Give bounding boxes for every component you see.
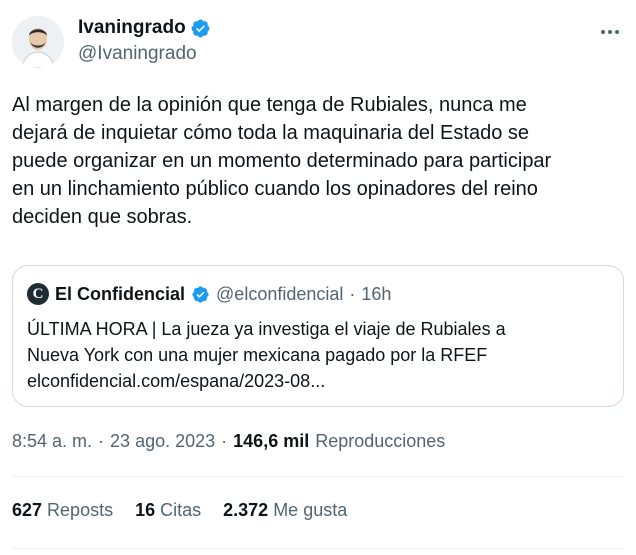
- views-count[interactable]: 146,6 mil: [233, 431, 309, 452]
- quoted-tweet-header: C El Confidencial @elconfidencial · 16h: [27, 283, 391, 305]
- verified-badge-icon: [191, 19, 210, 37]
- tweet-time[interactable]: 8:54 a. m.: [12, 431, 92, 452]
- tweet-date[interactable]: 23 ago. 2023: [110, 431, 215, 452]
- tweet-header: Ivaningrado @Ivaningrado: [12, 12, 624, 68]
- quoted-account-logo-icon: C: [27, 283, 49, 305]
- engagement-stats: 627 Reposts 16 Citas 2.372 Me gusta: [12, 500, 347, 521]
- quotes-count: 16: [135, 500, 156, 520]
- quoted-tweet-text: ÚLTIMA HORA | La jueza ya investiga el v…: [27, 319, 506, 391]
- quoted-tweet-time[interactable]: 16h: [361, 284, 391, 305]
- meta-separator: ·: [98, 431, 105, 451]
- tweet-text: Al margen de la opinión que tenga de Rub…: [12, 94, 552, 228]
- quoted-verified-badge-icon: [192, 285, 209, 303]
- reposts-count: 627: [12, 500, 43, 520]
- views-label: Reproducciones: [315, 431, 446, 451]
- meta-separator: ·: [221, 431, 228, 451]
- likes-count: 2.372: [223, 500, 269, 520]
- divider: [12, 476, 624, 477]
- quotes-label: Citas: [160, 500, 202, 520]
- reposts-label: Reposts: [47, 500, 114, 520]
- tweet-meta: 8:54 a. m. · 23 ago. 2023 · 146,6 mil Re…: [12, 431, 445, 452]
- avatar-illustration-icon: [12, 16, 64, 68]
- author-display-name[interactable]: Ivaningrado: [78, 16, 186, 40]
- author-info: Ivaningrado @Ivaningrado: [78, 16, 211, 66]
- quoted-account-handle[interactable]: @elconfidencial: [216, 284, 343, 305]
- reposts-stat[interactable]: 627 Reposts: [12, 500, 113, 521]
- likes-label: Me gusta: [273, 500, 348, 520]
- more-options-icon[interactable]: [596, 22, 624, 42]
- divider: [12, 548, 624, 549]
- author-handle[interactable]: @Ivaningrado: [78, 42, 211, 66]
- quoted-separator: ·: [349, 283, 356, 304]
- quotes-stat[interactable]: 16 Citas: [135, 500, 201, 521]
- author-avatar[interactable]: [12, 16, 64, 68]
- likes-stat[interactable]: 2.372 Me gusta: [223, 500, 347, 521]
- quoted-tweet-card[interactable]: C El Confidencial @elconfidencial · 16h …: [12, 265, 624, 407]
- quoted-account-name[interactable]: El Confidencial: [55, 284, 185, 305]
